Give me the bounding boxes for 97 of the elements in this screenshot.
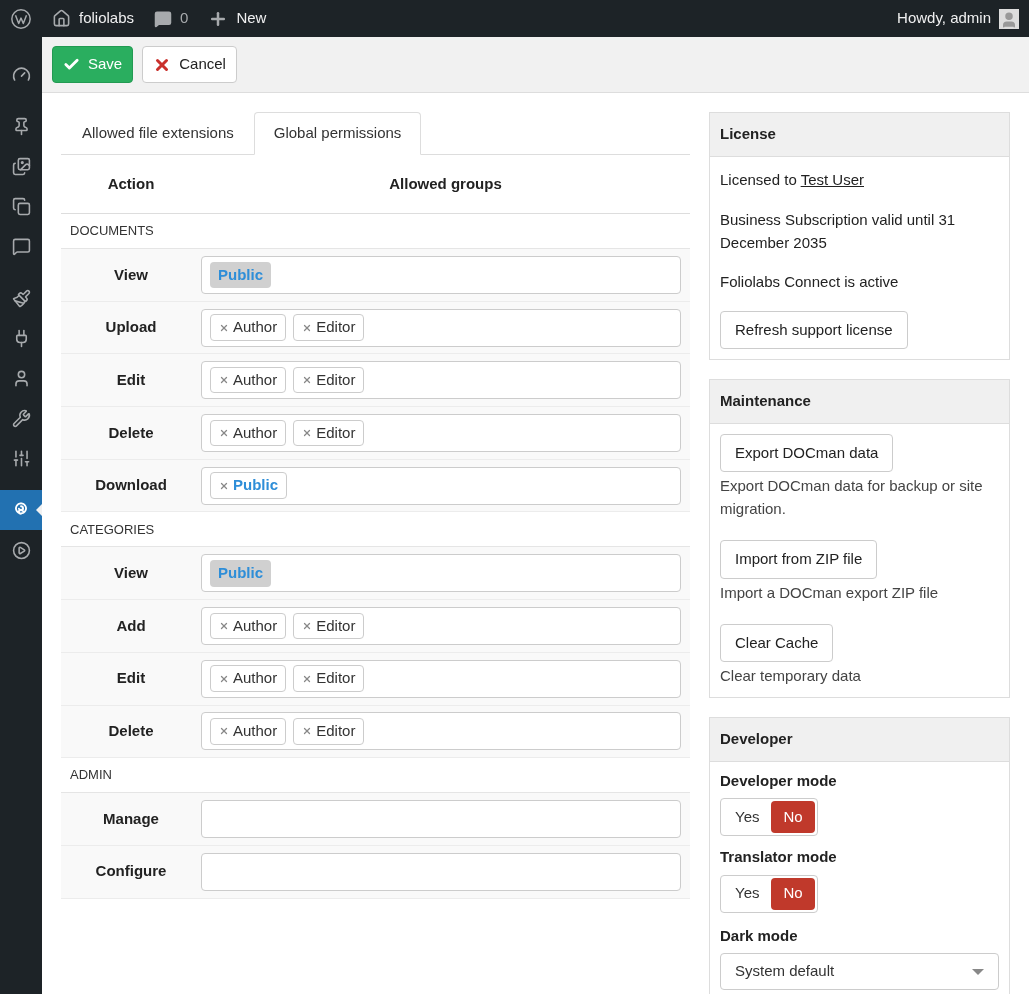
remove-icon[interactable] [302, 375, 313, 386]
group-tag: Author [210, 366, 287, 394]
groups-field[interactable]: Author Editor [201, 712, 681, 751]
action-label: View [113, 264, 149, 285]
subscription-text: Business Subscription valid until 31 December 2035 [720, 210, 957, 253]
group-tag: Author [210, 314, 287, 341]
wordpress-logo-icon[interactable] [10, 7, 32, 30]
action-label: Download [94, 475, 168, 496]
remove-icon[interactable] [219, 726, 229, 737]
paintbrush-icon [11, 288, 31, 308]
new-link[interactable]: New [236, 7, 267, 30]
group-tag: Public [210, 472, 287, 499]
panel-title: License [710, 113, 1009, 157]
action-label: Delete [107, 721, 155, 742]
group-tag: Editor [293, 612, 365, 640]
action-description: Import a DOCman export ZIP file [720, 582, 940, 603]
wrench-icon [11, 408, 31, 428]
greeting-link[interactable]: Howdy, admin [897, 7, 991, 30]
toggle-label: Developer mode [720, 770, 838, 791]
column-header: Allowed groups [388, 173, 503, 194]
remove-icon[interactable] [219, 673, 229, 684]
action-label: Edit [115, 369, 147, 390]
toggle-option[interactable]: Yes [723, 801, 772, 833]
group-tag: Editor [293, 314, 365, 341]
toggle-label: Translator mode [720, 847, 838, 867]
avatar-placeholder [999, 8, 1019, 29]
dashboard-gauge-icon [11, 64, 31, 84]
action-button[interactable]: Import from ZIP file [720, 540, 878, 579]
toggle-option[interactable]: No [771, 801, 815, 833]
groups-field[interactable] [201, 800, 681, 839]
groups-field[interactable]: Author Editor [201, 606, 681, 645]
group-tag: Public [210, 261, 271, 289]
groups-field[interactable]: Author Editor [201, 361, 681, 400]
pages-icon [11, 196, 31, 216]
group-tag: Author [210, 419, 287, 447]
group-tag: Editor [293, 419, 365, 447]
remove-icon[interactable] [219, 427, 229, 438]
action-label: Delete [107, 422, 155, 443]
group-tag: Editor [293, 665, 365, 692]
remove-icon[interactable] [302, 427, 313, 438]
cancel-button[interactable]: Cancel [142, 46, 237, 83]
groups-field[interactable] [201, 852, 681, 891]
tab[interactable]: Global permissions [253, 112, 422, 155]
section-heading: DOCUMENTS [70, 222, 154, 241]
speech-bubble-icon [11, 236, 31, 256]
site-name-link[interactable]: foliolabs [79, 7, 135, 30]
sidebar-item[interactable] [0, 490, 42, 530]
play-circle-icon [11, 540, 31, 560]
sliders-icon [11, 448, 31, 468]
connect-status-text: Foliolabs Connect is active [720, 272, 900, 292]
remove-icon[interactable] [219, 375, 229, 386]
home-icon[interactable] [52, 9, 71, 28]
panel-title: Maintenance [710, 380, 1009, 424]
select-label: Dark mode [720, 925, 799, 946]
group-tag: Author [210, 612, 287, 640]
tab[interactable]: Allowed file extensions [62, 112, 254, 155]
remove-icon[interactable] [302, 673, 313, 684]
action-label: View [113, 563, 149, 584]
remove-icon[interactable] [302, 620, 313, 631]
group-tag: Public [210, 560, 271, 587]
license-text: Licensed to Test User [720, 169, 865, 190]
action-button[interactable]: Clear Cache [720, 623, 834, 662]
panel-title: Developer [710, 718, 1009, 762]
group-tag: Author [210, 665, 287, 692]
group-tag: Author [210, 718, 287, 745]
groups-field[interactable]: Author Editor [201, 659, 681, 698]
action-button[interactable]: Export DOCman data [720, 433, 894, 472]
section-heading: CATEGORIES [70, 520, 155, 539]
column-header: Action [106, 173, 156, 194]
remove-icon[interactable] [219, 620, 229, 631]
dark-mode-select[interactable]: System default [720, 953, 999, 990]
group-tag: Editor [293, 718, 365, 745]
remove-icon[interactable] [302, 322, 313, 333]
user-link[interactable]: Test User [800, 170, 864, 188]
groups-field[interactable]: Author Editor [201, 413, 681, 452]
action-label: Edit [115, 668, 147, 689]
groups-field[interactable]: Public [201, 466, 681, 505]
group-tag: Editor [293, 366, 365, 394]
section-heading: ADMIN [70, 766, 112, 785]
toggle-option[interactable]: Yes [723, 877, 772, 910]
groups-field[interactable]: Author Editor [201, 308, 681, 347]
comment-icon[interactable] [154, 9, 173, 28]
media-icon [11, 156, 31, 176]
action-button[interactable]: Refresh support license [720, 310, 908, 349]
remove-icon[interactable] [302, 726, 313, 737]
remove-icon[interactable] [219, 322, 229, 333]
comment-count: 0 [180, 8, 189, 29]
dropdown-caret-icon [972, 968, 984, 975]
action-label: Upload [104, 317, 158, 338]
remove-icon[interactable] [219, 480, 229, 491]
action-description: Export DOCman data for backup or site migration. [720, 476, 984, 519]
action-description: Clear temporary data [720, 666, 862, 686]
toggle-option[interactable]: No [771, 877, 815, 910]
action-label: Manage [102, 808, 160, 829]
action-label: Configure [94, 861, 168, 882]
action-label: Add [115, 615, 147, 636]
check-icon [63, 56, 80, 73]
